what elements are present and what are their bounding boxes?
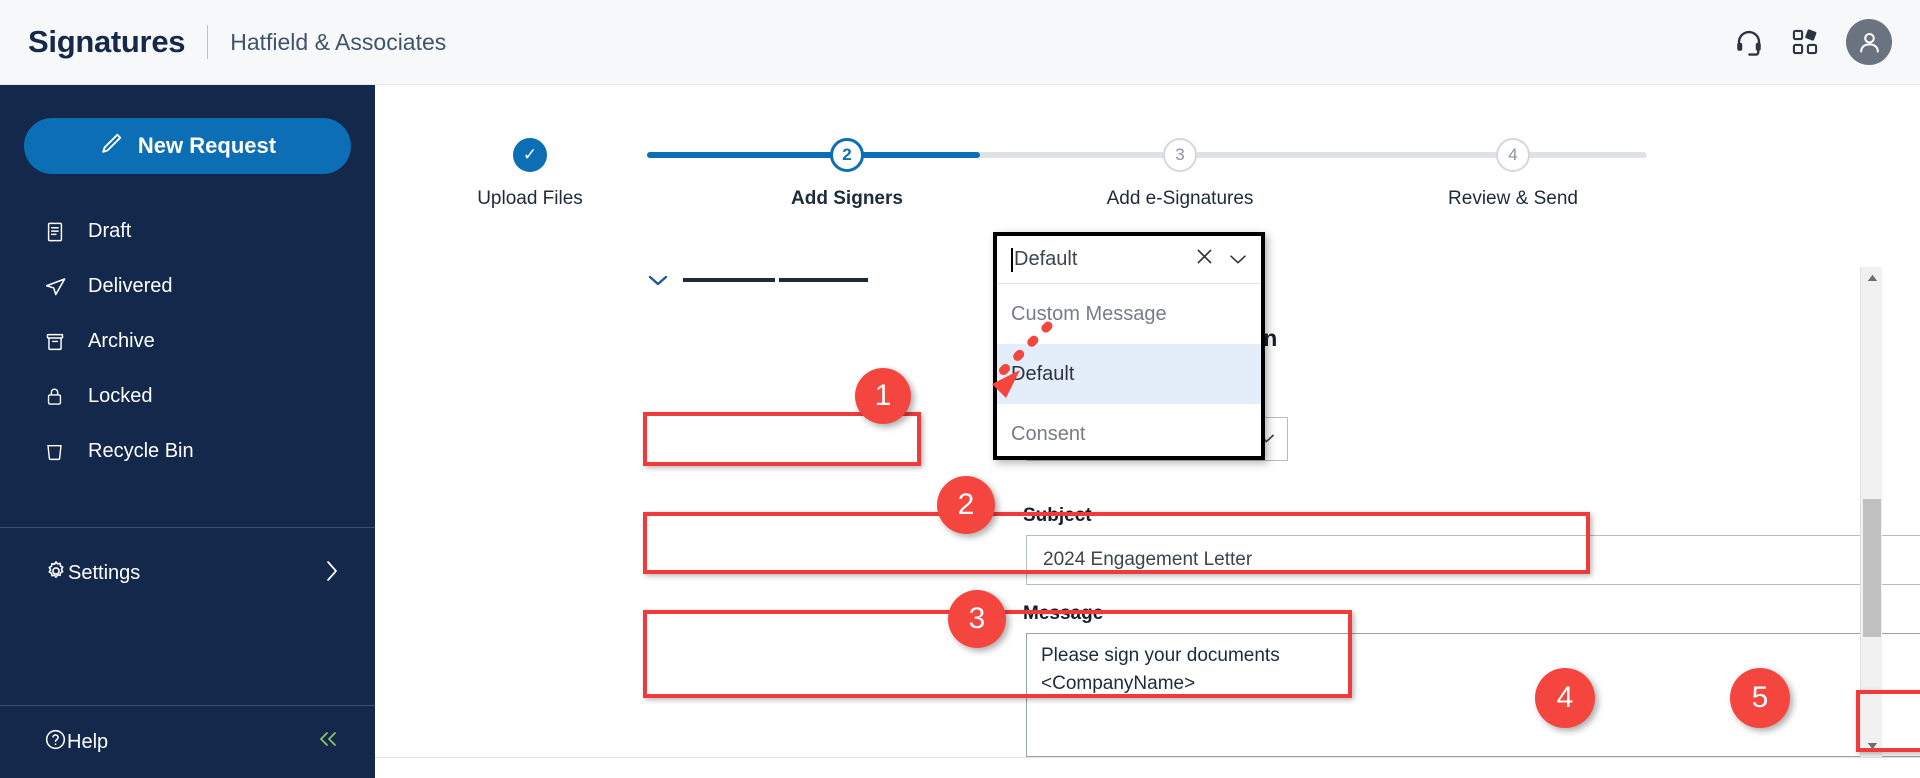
sidebar-item-help[interactable]: Help bbox=[0, 706, 375, 778]
vertical-scrollbar[interactable] bbox=[1860, 267, 1882, 757]
sidebar: New Request Draft Delivered Archive Lock… bbox=[0, 85, 375, 778]
template-dropdown-popup[interactable]: Default Custom Message Default Consent bbox=[993, 232, 1265, 460]
partial-chevron-icon bbox=[647, 274, 669, 285]
collapse-double-chevron-icon[interactable] bbox=[315, 729, 341, 755]
clipped-row-above bbox=[647, 274, 868, 285]
sidebar-item-archive[interactable]: Archive bbox=[0, 314, 375, 369]
sidebar-help-block: Help bbox=[0, 705, 375, 778]
lock-icon bbox=[44, 386, 70, 407]
scrollbar-thumb[interactable] bbox=[1863, 499, 1881, 637]
user-avatar-icon[interactable] bbox=[1846, 19, 1892, 65]
pencil-icon bbox=[99, 131, 124, 162]
new-request-label: New Request bbox=[137, 133, 277, 158]
brand-divider bbox=[207, 25, 209, 59]
scroll-up-button[interactable] bbox=[1861, 267, 1883, 289]
organization-name: Hatfield & Associates bbox=[230, 28, 447, 55]
dropdown-option-custom-message[interactable]: Custom Message bbox=[997, 284, 1261, 344]
scroll-down-button[interactable] bbox=[1861, 735, 1883, 757]
dropdown-option-consent[interactable]: Consent bbox=[997, 404, 1261, 464]
sidebar-item-label: Delivered bbox=[88, 275, 173, 297]
headset-icon[interactable] bbox=[1734, 27, 1764, 57]
stepper-step-2-number: 2 bbox=[842, 145, 852, 164]
sidebar-item-label: Archive bbox=[88, 330, 155, 352]
template-dropdown-input-value: Default bbox=[1014, 248, 1078, 270]
sidebar-item-label: Settings bbox=[68, 562, 141, 584]
header-actions bbox=[1734, 19, 1892, 65]
paper-plane-icon bbox=[44, 275, 70, 298]
gear-icon bbox=[44, 559, 68, 589]
wizard-footer: Back Exit without Saving Save & Close Ne… bbox=[375, 757, 1920, 778]
sidebar-item-draft[interactable]: Draft bbox=[0, 204, 375, 259]
sidebar-settings-block: Settings bbox=[0, 528, 375, 619]
chevron-down-icon[interactable] bbox=[1229, 248, 1247, 271]
stepper-step-4-label: Review & Send bbox=[1448, 188, 1578, 209]
stepper-step-1[interactable]: ✓ bbox=[513, 138, 547, 172]
document-icon bbox=[44, 221, 70, 243]
archive-box-icon bbox=[44, 331, 70, 353]
sidebar-item-recycle-bin[interactable]: Recycle Bin bbox=[0, 424, 375, 479]
sidebar-item-label: Help bbox=[67, 730, 109, 753]
dropdown-option-default[interactable]: Default bbox=[997, 344, 1261, 404]
wizard-stepper: ✓ Upload Files 2 Add Signers 3 Add e-Sig… bbox=[375, 120, 1920, 230]
brand-title: Signatures bbox=[28, 24, 186, 59]
partial-divider bbox=[683, 274, 868, 285]
app-root: Signatures Hatfield & Associates New Req… bbox=[0, 0, 1920, 778]
subject-field-label: Subject bbox=[1023, 505, 1092, 526]
stepper-step-1-mark: ✓ bbox=[522, 145, 538, 164]
stepper-step-3[interactable]: 3 bbox=[1163, 138, 1197, 172]
sidebar-item-delivered[interactable]: Delivered bbox=[0, 259, 375, 314]
new-request-button[interactable]: New Request bbox=[24, 118, 351, 174]
sidebar-item-label: Recycle Bin bbox=[88, 440, 194, 462]
subject-input[interactable] bbox=[1026, 535, 1920, 585]
stepper-track-progress bbox=[647, 152, 980, 158]
sidebar-item-locked[interactable]: Locked bbox=[0, 369, 375, 424]
chevron-right-icon bbox=[323, 558, 341, 590]
stepper-step-1-label: Upload Files bbox=[477, 188, 583, 209]
message-textarea[interactable] bbox=[1026, 633, 1920, 757]
stepper-step-2-label: Add Signers bbox=[791, 188, 903, 209]
stepper-step-4[interactable]: 4 bbox=[1496, 138, 1530, 172]
apps-grid-icon[interactable] bbox=[1790, 27, 1820, 57]
stepper-step-2[interactable]: 2 bbox=[830, 138, 864, 172]
question-circle-icon bbox=[44, 728, 67, 757]
text-cursor bbox=[1011, 247, 1013, 272]
stepper-step-4-number: 4 bbox=[1508, 145, 1518, 164]
stepper-step-3-label: Add e-Signatures bbox=[1106, 188, 1254, 209]
app-header: Signatures Hatfield & Associates bbox=[0, 0, 1920, 85]
message-field-label: Message bbox=[1023, 603, 1104, 624]
close-x-icon[interactable] bbox=[1194, 246, 1215, 273]
sidebar-item-label: Locked bbox=[88, 385, 153, 407]
stepper-step-3-number: 3 bbox=[1175, 145, 1185, 164]
sidebar-nav: Draft Delivered Archive Locked Recycle B… bbox=[0, 204, 375, 479]
trash-icon bbox=[44, 441, 70, 462]
sidebar-item-settings[interactable]: Settings bbox=[0, 546, 375, 601]
template-dropdown-search-input[interactable]: Default bbox=[997, 236, 1261, 284]
sidebar-item-label: Draft bbox=[88, 220, 132, 242]
